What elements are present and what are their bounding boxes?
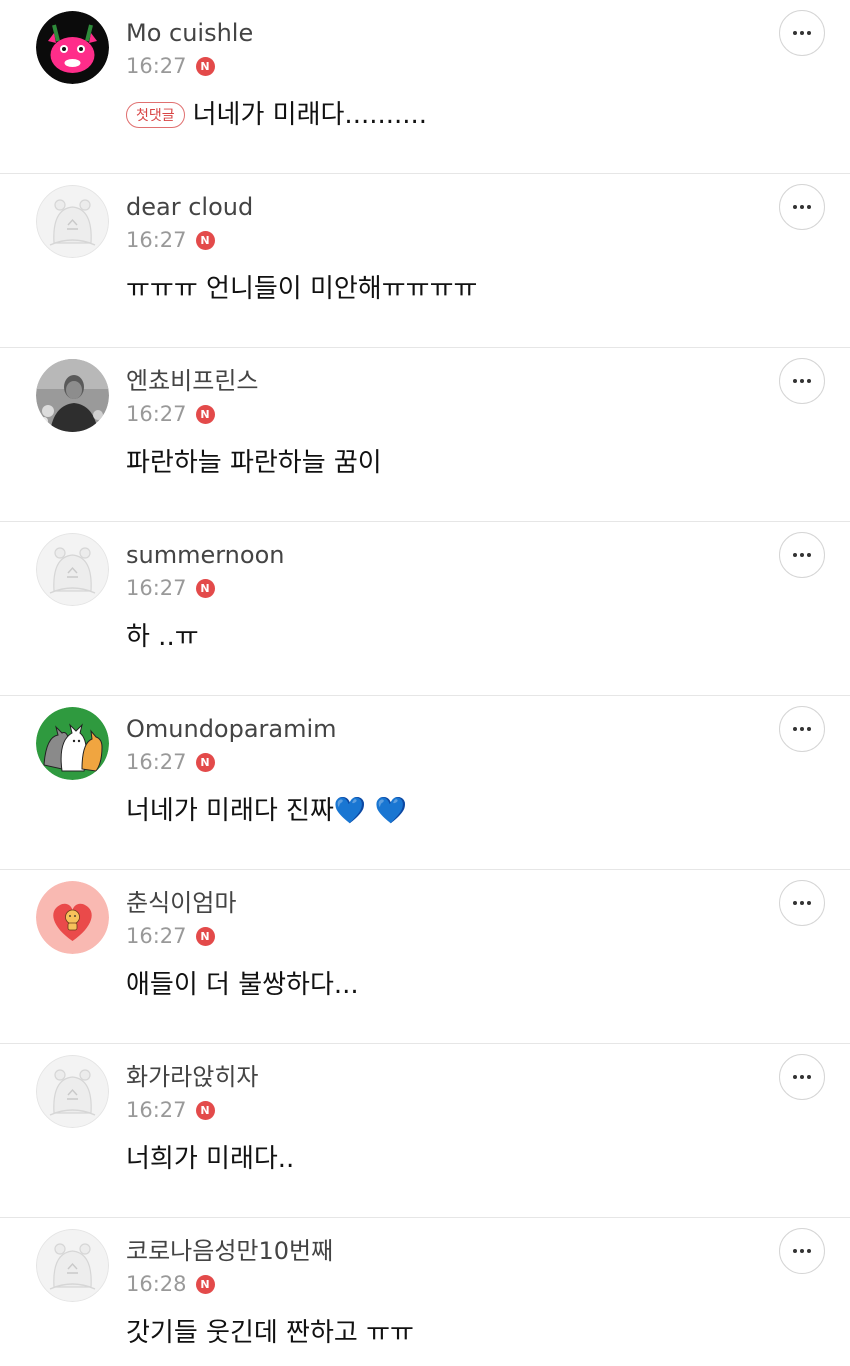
comment-text: 너희가 미래다.. [126, 1144, 295, 1174]
more-options-button[interactable] [779, 358, 825, 404]
comment-body: 애들이 더 불쌍하다... [126, 968, 359, 1002]
comment-author[interactable]: Mo cuishle [126, 18, 253, 48]
comment-body: ㅠㅠㅠ 언니들이 미안해ㅠㅠㅠㅠ [126, 272, 477, 306]
comment-time: 16:28 [126, 1272, 187, 1296]
comment-body: 파란하늘 파란하늘 꿈이 [126, 446, 382, 480]
avatar[interactable] [36, 881, 109, 954]
cats-avatar [36, 707, 109, 780]
photo-avatar [36, 359, 109, 432]
comment-time: 16:27 [126, 750, 187, 774]
comment-text: 갓기들 웃긴데 짠하고 ㅠㅠ [126, 1318, 414, 1348]
comment-author[interactable]: 춘식이엄마 [126, 888, 236, 918]
more-horizontal-icon [793, 727, 797, 731]
comment-author[interactable]: dear cloud [126, 192, 253, 222]
comment-body: 갓기들 웃긴데 짠하고 ㅠㅠ [126, 1316, 414, 1350]
avatar[interactable] [36, 185, 109, 258]
more-horizontal-icon [793, 1075, 797, 1079]
new-badge-icon: N [195, 1274, 215, 1294]
new-badge-icon: N [195, 1100, 215, 1120]
more-options-button[interactable] [779, 880, 825, 926]
more-horizontal-icon [793, 901, 797, 905]
new-badge-icon: N [195, 752, 215, 772]
comment-body: 너네가 미래다 진짜💙 💙 [126, 794, 407, 828]
comment-author[interactable]: 코로나음성만10번째 [126, 1236, 333, 1266]
comment-text: 파란하늘 파란하늘 꿈이 [126, 448, 382, 478]
avatar[interactable] [36, 1055, 109, 1128]
comment-item: 엔쵸비프린스 16:27 N 파란하늘 파란하늘 꿈이 [0, 348, 850, 522]
comment-time: 16:27 [126, 228, 187, 252]
comment-text: 너네가 미래다 진짜💙 💙 [126, 796, 407, 826]
comment-meta: 16:27 N [126, 748, 215, 776]
avatar[interactable] [36, 359, 109, 432]
more-options-button[interactable] [779, 10, 825, 56]
avatar[interactable] [36, 11, 109, 84]
avatar[interactable] [36, 533, 109, 606]
comment-item: Mo cuishle 16:27 N 첫댓글 너네가 미래다.......... [0, 0, 850, 174]
comment-meta: 16:27 N [126, 52, 215, 80]
more-horizontal-icon [793, 205, 797, 209]
comment-list: Mo cuishle 16:27 N 첫댓글 너네가 미래다.......... [0, 0, 850, 1366]
new-badge-icon: N [195, 230, 215, 250]
more-options-button[interactable] [779, 706, 825, 752]
comment-author[interactable]: summernoon [126, 540, 284, 570]
comment-item: summernoon 16:27 N 하 ..ㅠ [0, 522, 850, 696]
default-avatar [36, 1055, 109, 1128]
default-avatar [36, 533, 109, 606]
comment-author[interactable]: Omundoparamim [126, 714, 337, 744]
comment-meta: 16:28 N [126, 1270, 215, 1298]
new-badge-icon: N [195, 926, 215, 946]
comment-meta: 16:27 N [126, 922, 215, 950]
comment-body: 첫댓글 너네가 미래다.......... [126, 98, 427, 132]
comment-time: 16:27 [126, 1098, 187, 1122]
pink-monster-avatar [36, 11, 109, 84]
more-horizontal-icon [793, 1249, 797, 1253]
comment-author[interactable]: 엔쵸비프린스 [126, 366, 258, 396]
comment-meta: 16:27 N [126, 400, 215, 428]
comment-body: 너희가 미래다.. [126, 1142, 294, 1176]
comment-meta: 16:27 N [126, 1096, 215, 1124]
comment-meta: 16:27 N [126, 226, 215, 254]
comment-time: 16:27 [126, 402, 187, 426]
comment-text: ㅠㅠㅠ 언니들이 미안해ㅠㅠㅠㅠ [126, 274, 478, 304]
comment-item: 화가라앉히자 16:27 N 너희가 미래다.. [0, 1044, 850, 1218]
heart-avatar [36, 881, 109, 954]
more-options-button[interactable] [779, 1054, 825, 1100]
comment-meta: 16:27 N [126, 574, 215, 602]
more-horizontal-icon [793, 379, 797, 383]
avatar[interactable] [36, 707, 109, 780]
more-options-button[interactable] [779, 532, 825, 578]
more-horizontal-icon [793, 31, 797, 35]
new-badge-icon: N [195, 56, 215, 76]
new-badge-icon: N [195, 578, 215, 598]
comment-text: 애들이 더 불쌍하다... [126, 970, 359, 1000]
comment-text: 하 ..ㅠ [126, 622, 199, 652]
default-avatar [36, 1229, 109, 1302]
more-options-button[interactable] [779, 184, 825, 230]
comment-item: 코로나음성만10번째 16:28 N 갓기들 웃긴데 짠하고 ㅠㅠ [0, 1218, 850, 1366]
comment-body: 하 ..ㅠ [126, 620, 199, 654]
new-badge-icon: N [195, 404, 215, 424]
comment-time: 16:27 [126, 54, 187, 78]
avatar[interactable] [36, 1229, 109, 1302]
first-comment-tag: 첫댓글 [126, 102, 185, 128]
default-avatar [36, 185, 109, 258]
more-options-button[interactable] [779, 1228, 825, 1274]
comment-item: 춘식이엄마 16:27 N 애들이 더 불쌍하다... [0, 870, 850, 1044]
comment-text: 너네가 미래다.......... [192, 100, 428, 130]
comment-item: dear cloud 16:27 N ㅠㅠㅠ 언니들이 미안해ㅠㅠㅠㅠ [0, 174, 850, 348]
more-horizontal-icon [793, 553, 797, 557]
comment-author[interactable]: 화가라앉히자 [126, 1062, 258, 1092]
comment-time: 16:27 [126, 576, 187, 600]
comment-item: Omundoparamim 16:27 N 너네가 미래다 진짜💙 💙 [0, 696, 850, 870]
comment-time: 16:27 [126, 924, 187, 948]
